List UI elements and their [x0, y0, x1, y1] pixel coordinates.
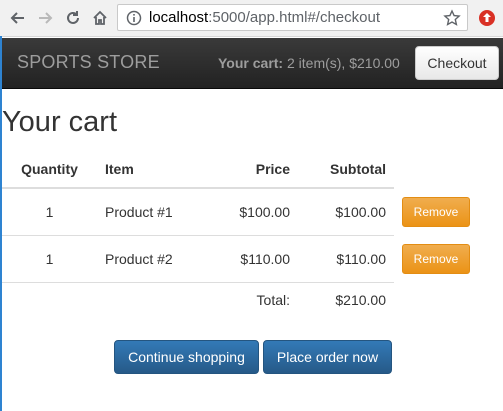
cell-subtotal: $110.00	[298, 234, 394, 282]
cell-quantity: 1	[2, 187, 97, 235]
url-host: localhost	[149, 9, 209, 26]
url-text: localhost:5000/app.html#/checkout	[149, 9, 380, 27]
cart-summary: Your cart: 2 item(s), $210.00	[218, 55, 400, 71]
reload-icon[interactable]	[63, 8, 83, 28]
brand[interactable]: SPORTS STORE	[17, 52, 160, 73]
remove-button[interactable]: Remove	[402, 196, 470, 227]
cart-table: Quantity Item Price Subtotal 1 Product #…	[2, 151, 494, 318]
extension-icon[interactable]	[478, 9, 496, 27]
page-title: Your cart	[2, 106, 117, 138]
header-item: Item	[97, 151, 202, 189]
total-spacer	[394, 282, 494, 318]
table-row: 1 Product #1 $100.00 $100.00 Remove	[2, 187, 494, 235]
forward-arrow-icon[interactable]	[35, 8, 55, 28]
cell-subtotal: $100.00	[298, 187, 394, 235]
address-bar[interactable]: localhost:5000/app.html#/checkout	[117, 4, 468, 31]
header-subtotal: Subtotal	[298, 151, 394, 189]
total-spacer	[2, 281, 97, 318]
remove-button[interactable]: Remove	[402, 243, 470, 274]
star-icon[interactable]	[443, 9, 461, 27]
total-row: Total: $210.00	[2, 281, 494, 318]
navbar: SPORTS STORE Your cart: 2 item(s), $210.…	[2, 38, 503, 89]
checkout-button[interactable]: Checkout	[415, 46, 499, 80]
cell-item: Product #2	[97, 234, 202, 282]
total-label: Total:	[202, 281, 298, 318]
cell-action: Remove	[394, 188, 494, 235]
header-actions	[394, 151, 494, 188]
home-icon[interactable]	[90, 8, 110, 28]
total-spacer	[97, 281, 202, 318]
table-header-row: Quantity Item Price Subtotal	[2, 151, 494, 189]
header-price: Price	[202, 151, 298, 189]
cart-summary-value: 2 item(s), $210.00	[286, 55, 400, 71]
place-order-button[interactable]: Place order now	[263, 340, 392, 374]
cell-item: Product #1	[97, 187, 202, 235]
back-arrow-icon[interactable]	[8, 8, 28, 28]
cell-price: $100.00	[202, 187, 298, 235]
cell-action: Remove	[394, 235, 494, 282]
cart-label: Your cart:	[218, 55, 284, 71]
header-quantity: Quantity	[2, 151, 97, 189]
cell-quantity: 1	[2, 234, 97, 282]
table-row: 1 Product #2 $110.00 $110.00 Remove	[2, 234, 494, 282]
url-path: :5000/app.html#/checkout	[208, 9, 380, 26]
info-icon[interactable]	[126, 10, 142, 26]
continue-shopping-button[interactable]: Continue shopping	[114, 340, 259, 374]
cell-price: $110.00	[202, 234, 298, 282]
browser-toolbar: localhost:5000/app.html#/checkout	[0, 0, 503, 37]
total-value: $210.00	[298, 281, 394, 318]
